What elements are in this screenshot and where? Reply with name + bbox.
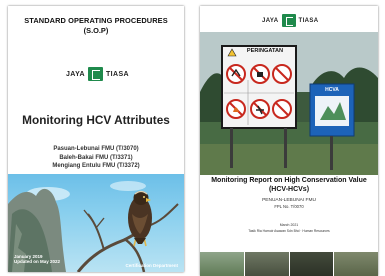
eagle-photo: January 2019 Updated on May 2022 Certifi… <box>8 174 184 272</box>
logo-word-jaya: JAYA <box>66 70 85 78</box>
logo-mark-icon <box>88 67 103 81</box>
sop-subtitle-1: Pasuan-Lebunai FMU (T/3070) <box>53 146 139 152</box>
sop-date: January 2019 Updated on May 2022 <box>14 254 60 264</box>
logo-mark-icon <box>281 14 296 27</box>
logo-word-tiasa: TIASA <box>106 70 129 78</box>
hcv-report-cover: JAYA TIASA PERINGATAN HCVA Monitoring Re… <box>200 6 378 276</box>
strip-photo-3 <box>289 252 334 276</box>
logo-word-tiasa: TIASA <box>298 17 319 24</box>
sop-title-line2: (S.O.P) <box>83 26 109 35</box>
sop-subtitle-2: Baleh-Bakai FMU (T/3371) <box>59 155 133 161</box>
sop-department: Certification Department <box>125 263 178 268</box>
report-footer-2: Tasik Ria Harnoir Asawan Sdn Bhd · Human… <box>248 229 330 233</box>
sop-date-line2: Updated on May 2022 <box>14 259 61 264</box>
strip-photo-1 <box>200 252 244 276</box>
sop-main-title: Monitoring HCV Attributes <box>22 113 170 127</box>
hcv-board-label: HCVA <box>325 87 339 93</box>
warning-sign-photo: PERINGATAN HCVA <box>200 32 378 175</box>
report-title-line1: Monitoring Report on High Conservation V… <box>211 177 367 184</box>
logo-word-jaya: JAYA <box>262 17 279 24</box>
jaya-tiasa-logo: JAYA TIASA <box>66 67 129 81</box>
strip-photo-2 <box>244 252 289 276</box>
sop-cover: STANDARD OPERATING PROCEDURES (S.O.P) JA… <box>8 6 184 272</box>
strip-photo-4 <box>334 252 378 276</box>
sop-subtitle-3: Mengiang Entulu FMU (T/3372) <box>52 163 140 169</box>
jaya-tiasa-logo: JAYA TIASA <box>262 14 319 27</box>
report-subtitle-2: FPL No. T/0070 <box>274 204 304 209</box>
sop-title-line1: STANDARD OPERATING PROCEDURES <box>24 16 168 25</box>
report-subtitle-1: PENUAN-LEBUNAI FMU <box>262 198 316 203</box>
sign-title: PERINGATAN <box>246 48 284 54</box>
report-title-line2: (HCV-HCVs) <box>268 186 310 193</box>
report-footer-1: March 2021 <box>279 223 299 227</box>
photo-strip <box>200 252 378 276</box>
